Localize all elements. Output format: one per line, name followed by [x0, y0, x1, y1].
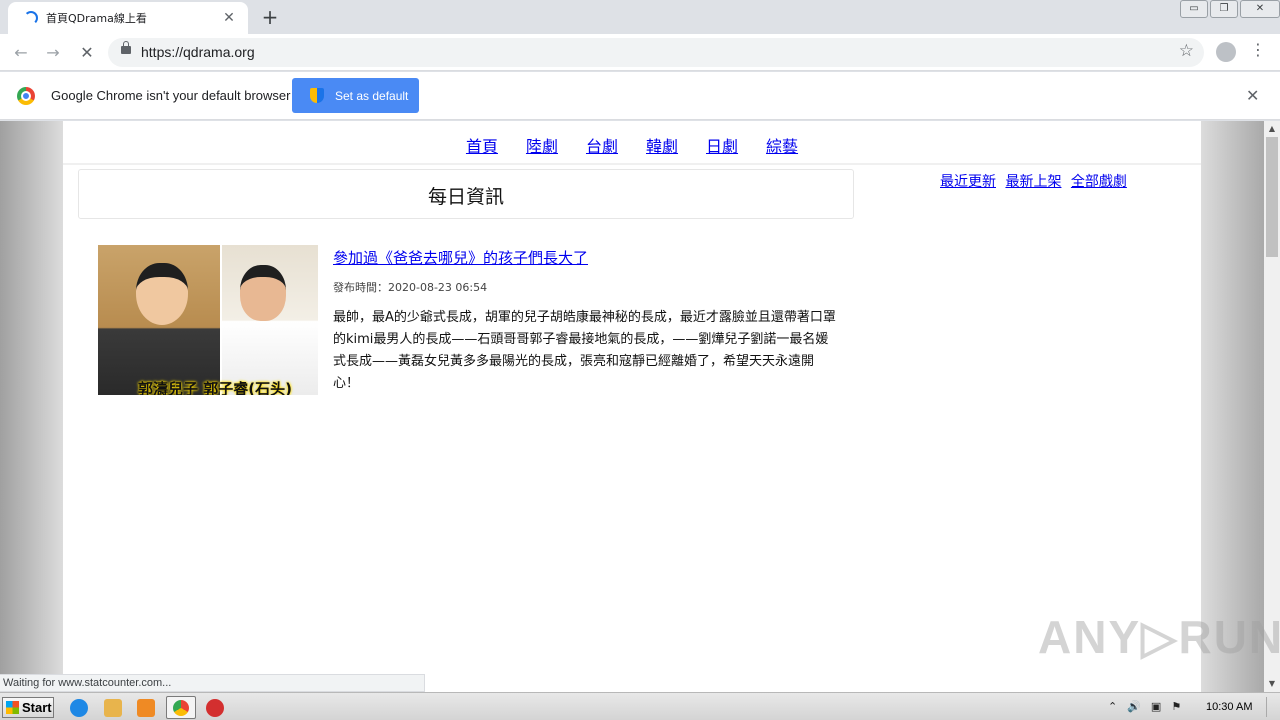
vertical-scrollbar[interactable]: ▲ ▼ — [1264, 121, 1280, 692]
article-thumbnail[interactable]: 郭濤兒子 郭子睿(石头) — [98, 245, 318, 395]
volume-icon[interactable]: 🔊 — [1127, 700, 1141, 713]
nav-korean[interactable]: 韓劇 — [646, 133, 678, 157]
network-icon[interactable]: ▣ — [1151, 700, 1161, 713]
link-new-arrivals[interactable]: 最新上架 — [1005, 174, 1061, 190]
nav-mainland[interactable]: 陸劇 — [526, 133, 558, 157]
tab-strip: 首頁QDrama線上看 ✕ + ▭ ❐ ✕ — [0, 0, 1280, 34]
set-as-default-button[interactable]: Set as default — [292, 78, 419, 113]
chrome-taskbar-icon[interactable] — [166, 696, 196, 719]
internet-explorer-icon[interactable] — [70, 699, 88, 717]
minimize-button[interactable]: ▭ — [1180, 0, 1208, 18]
tray-expand-icon[interactable]: ⌃ — [1108, 700, 1117, 713]
scroll-up-arrow[interactable]: ▲ — [1264, 121, 1280, 137]
tab-title: 首頁QDrama線上看 — [46, 12, 147, 25]
window-close-button[interactable]: ✕ — [1240, 0, 1280, 18]
address-bar[interactable]: https://qdrama.org ☆ — [108, 38, 1204, 67]
start-button[interactable]: Start — [2, 697, 54, 718]
system-tray: ⌃ 🔊 ▣ ⚑ — [1108, 700, 1191, 713]
default-browser-infobar: Google Chrome isn't your default browser… — [0, 72, 1280, 120]
scroll-thumb[interactable] — [1266, 137, 1278, 257]
chrome-logo-icon — [17, 87, 35, 105]
windows-taskbar: Start ⌃ 🔊 ▣ ⚑ 10:30 AM — [0, 692, 1280, 720]
side-links: 最近更新 最新上架 全部戲劇 — [940, 171, 1132, 191]
news-section-header: 每日資訊 — [78, 169, 854, 219]
media-player-icon[interactable] — [137, 699, 155, 717]
status-bubble: Waiting for www.statcounter.com... — [0, 674, 425, 692]
uac-shield-icon — [310, 88, 324, 103]
start-label: Start — [22, 700, 52, 715]
stop-sign-icon[interactable] — [206, 699, 224, 717]
tab-close-icon[interactable]: ✕ — [220, 10, 238, 26]
back-button[interactable]: ← — [9, 41, 33, 65]
nav-taiwan[interactable]: 台劇 — [586, 133, 618, 157]
forward-button[interactable]: → — [41, 41, 65, 65]
lock-icon[interactable] — [121, 41, 131, 54]
site-nav: 首頁 陸劇 台劇 韓劇 日劇 綜藝 — [63, 121, 1201, 165]
scroll-down-arrow[interactable]: ▼ — [1264, 676, 1280, 692]
infobar-message: Google Chrome isn't your default browser — [51, 88, 291, 103]
action-center-flag-icon[interactable]: ⚑ — [1171, 700, 1181, 713]
anyrun-watermark: ANY▷RUN — [1038, 611, 1280, 663]
page-viewport: 首頁 陸劇 台劇 韓劇 日劇 綜藝 每日資訊 最近更新 最新上架 全部戲劇 郭濤兒子 郭子… — [0, 121, 1264, 692]
infobar-close-icon[interactable]: ✕ — [1246, 86, 1259, 105]
file-explorer-icon[interactable] — [104, 699, 122, 717]
stop-loading-button[interactable]: ✕ — [75, 41, 99, 65]
show-desktop-button[interactable] — [1266, 697, 1278, 717]
article-summary: 最帥，最A的少爺式長成，胡軍的兒子胡皓康最神秘的長成，最近才露臉並且還帶著口罩的… — [333, 310, 836, 391]
nav-japanese[interactable]: 日劇 — [706, 133, 738, 157]
browser-tab[interactable]: 首頁QDrama線上看 ✕ — [8, 2, 248, 34]
url-text[interactable]: https://qdrama.org — [141, 44, 255, 60]
chrome-menu-icon[interactable]: ⋮ — [1250, 40, 1266, 59]
browser-toolbar: ← → ✕ https://qdrama.org ☆ ⋮ — [0, 34, 1280, 71]
windows-logo-icon — [6, 701, 19, 714]
set-as-default-label: Set as default — [335, 88, 409, 103]
nav-variety[interactable]: 綜藝 — [766, 133, 798, 157]
taskbar-clock[interactable]: 10:30 AM — [1206, 701, 1252, 713]
profile-avatar[interactable] — [1216, 42, 1236, 62]
link-all-dramas[interactable]: 全部戲劇 — [1071, 174, 1127, 190]
loading-spinner-icon — [24, 11, 38, 25]
article-date: 發布時間：2020-08-23 06:54 — [333, 281, 488, 294]
link-recent-updates[interactable]: 最近更新 — [940, 174, 996, 190]
new-tab-button[interactable]: + — [258, 6, 282, 28]
thumbnail-caption: 郭濤兒子 郭子睿(石头) — [138, 380, 292, 395]
window-controls: ▭ ❐ ✕ — [1178, 0, 1280, 18]
nav-home[interactable]: 首頁 — [466, 133, 498, 157]
site-page: 首頁 陸劇 台劇 韓劇 日劇 綜藝 每日資訊 最近更新 最新上架 全部戲劇 郭濤兒子 郭子… — [63, 121, 1201, 692]
article-title-link[interactable]: 參加過《爸爸去哪兒》的孩子們長大了 — [333, 247, 588, 268]
restore-button[interactable]: ❐ — [1210, 0, 1238, 18]
section-title: 每日資訊 — [427, 186, 504, 208]
bookmark-star-icon[interactable]: ☆ — [1179, 41, 1194, 61]
